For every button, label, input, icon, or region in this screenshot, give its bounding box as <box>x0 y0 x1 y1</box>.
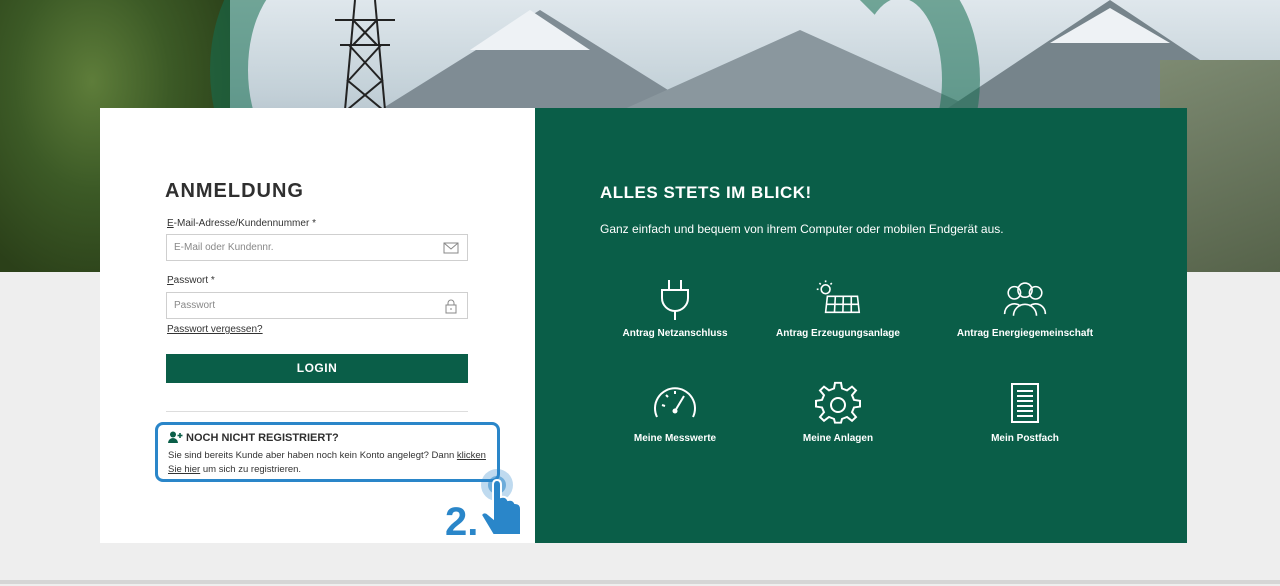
feature-anlagen[interactable]: Meine Anlagen <box>748 381 928 444</box>
email-label: E-Mail-Adresse/Kundennummer * <box>167 218 316 229</box>
register-title: NOCH NICHT REGISTRIERT? <box>168 431 339 444</box>
gear-icon <box>815 381 861 424</box>
login-title: ANMELDUNG <box>165 180 304 202</box>
power-tower-icon <box>335 0 395 110</box>
feature-messwerte[interactable]: Meine Messwerte <box>585 381 765 444</box>
add-user-icon <box>168 431 183 443</box>
login-panel: ANMELDUNG E-Mail-Adresse/Kundennummer * … <box>100 108 535 543</box>
step-badge: 2. <box>445 500 478 543</box>
document-icon <box>1011 383 1039 423</box>
password-placeholder: Passwort <box>174 300 216 311</box>
login-card: ANMELDUNG E-Mail-Adresse/Kundennummer * … <box>100 108 1187 543</box>
promo-panel: ALLES STETS IM BLICK! Ganz einfach und b… <box>535 108 1187 543</box>
email-field[interactable]: E-Mail oder Kundennr. <box>166 234 468 261</box>
envelope-icon <box>443 242 459 254</box>
community-icon <box>1003 282 1047 316</box>
step-pointer: 2. <box>445 469 522 543</box>
email-placeholder: E-Mail oder Kundennr. <box>174 242 274 253</box>
plug-icon <box>661 280 689 320</box>
feature-netzanschluss[interactable]: Antrag Netzanschluss <box>585 276 765 339</box>
password-label: Passwort * <box>167 275 215 286</box>
lock-icon <box>445 299 457 314</box>
promo-title: ALLES STETS IM BLICK! <box>600 183 812 202</box>
feature-energiegemeinschaft[interactable]: Antrag Energiegemeinschaft <box>935 276 1115 339</box>
divider <box>166 411 468 412</box>
login-button[interactable]: LOGIN <box>166 354 468 383</box>
forgot-password-link[interactable]: Passwort vergessen? <box>167 324 263 335</box>
footer-divider <box>0 580 1280 584</box>
password-field[interactable]: Passwort <box>166 292 468 319</box>
feature-postfach[interactable]: Mein Postfach <box>935 381 1115 444</box>
gauge-icon <box>654 387 696 418</box>
promo-subtitle: Ganz einfach und bequem von ihrem Comput… <box>600 222 1004 236</box>
feature-erzeugungsanlage[interactable]: Antrag Erzeugungsanlage <box>748 276 928 339</box>
solar-panel-icon <box>816 280 861 314</box>
